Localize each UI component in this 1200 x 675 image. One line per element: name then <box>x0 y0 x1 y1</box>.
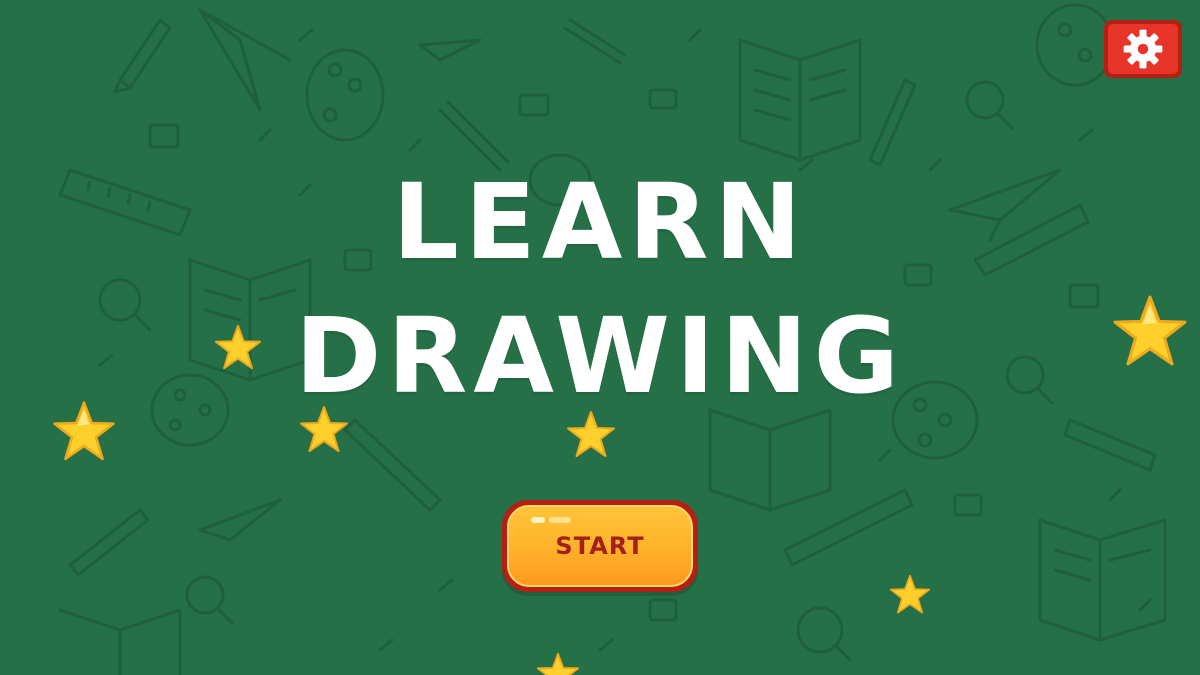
pencil-doodle <box>563 18 627 65</box>
pencil-doodle <box>68 508 150 577</box>
ruler-doodle <box>343 418 442 512</box>
star-icon <box>1113 295 1187 366</box>
palette-doodle <box>1035 3 1115 87</box>
settings-button[interactable] <box>1104 20 1182 78</box>
paper-plane-doodle <box>198 498 282 542</box>
settings-button-face[interactable] <box>1108 24 1178 74</box>
ruler-doodle <box>1063 418 1157 472</box>
pencil-doodle <box>438 100 510 172</box>
ruler-doodle <box>783 488 914 567</box>
paper-plane-doodle <box>198 8 292 112</box>
game-title-line-1: LEARN <box>392 161 808 283</box>
start-button[interactable]: START <box>502 500 698 592</box>
eraser-doodle <box>518 93 550 117</box>
star-icon <box>889 574 931 614</box>
star-icon <box>214 324 262 370</box>
start-button-face[interactable]: START <box>507 505 693 587</box>
magnifier-doodle <box>965 80 1014 130</box>
button-shine <box>531 517 545 523</box>
game-screen: LEARN DRAWING START <box>0 0 1200 675</box>
star-icon <box>300 406 348 452</box>
book-doodle <box>708 408 832 512</box>
book-doodle <box>58 608 182 675</box>
magnifier-doodle <box>185 575 234 625</box>
paper-plane-doodle <box>418 38 482 62</box>
book-doodle <box>1038 518 1167 642</box>
pencil-doodle <box>868 78 917 167</box>
eraser-doodle <box>648 598 678 622</box>
eraser-doodle <box>148 123 180 149</box>
eraser-doodle <box>648 88 678 110</box>
gear-icon <box>1123 29 1163 69</box>
palette-doodle <box>305 48 385 142</box>
star-icon <box>567 411 615 457</box>
book-doodle <box>738 38 862 162</box>
pencil-doodle <box>113 18 172 94</box>
game-title-line-2: DRAWING <box>294 295 906 417</box>
star-icon <box>53 401 115 461</box>
eraser-doodle <box>953 493 983 517</box>
button-shine <box>549 517 571 523</box>
magnifier-doodle <box>796 606 852 662</box>
star-icon <box>536 652 580 675</box>
start-button-label: START <box>555 532 645 560</box>
